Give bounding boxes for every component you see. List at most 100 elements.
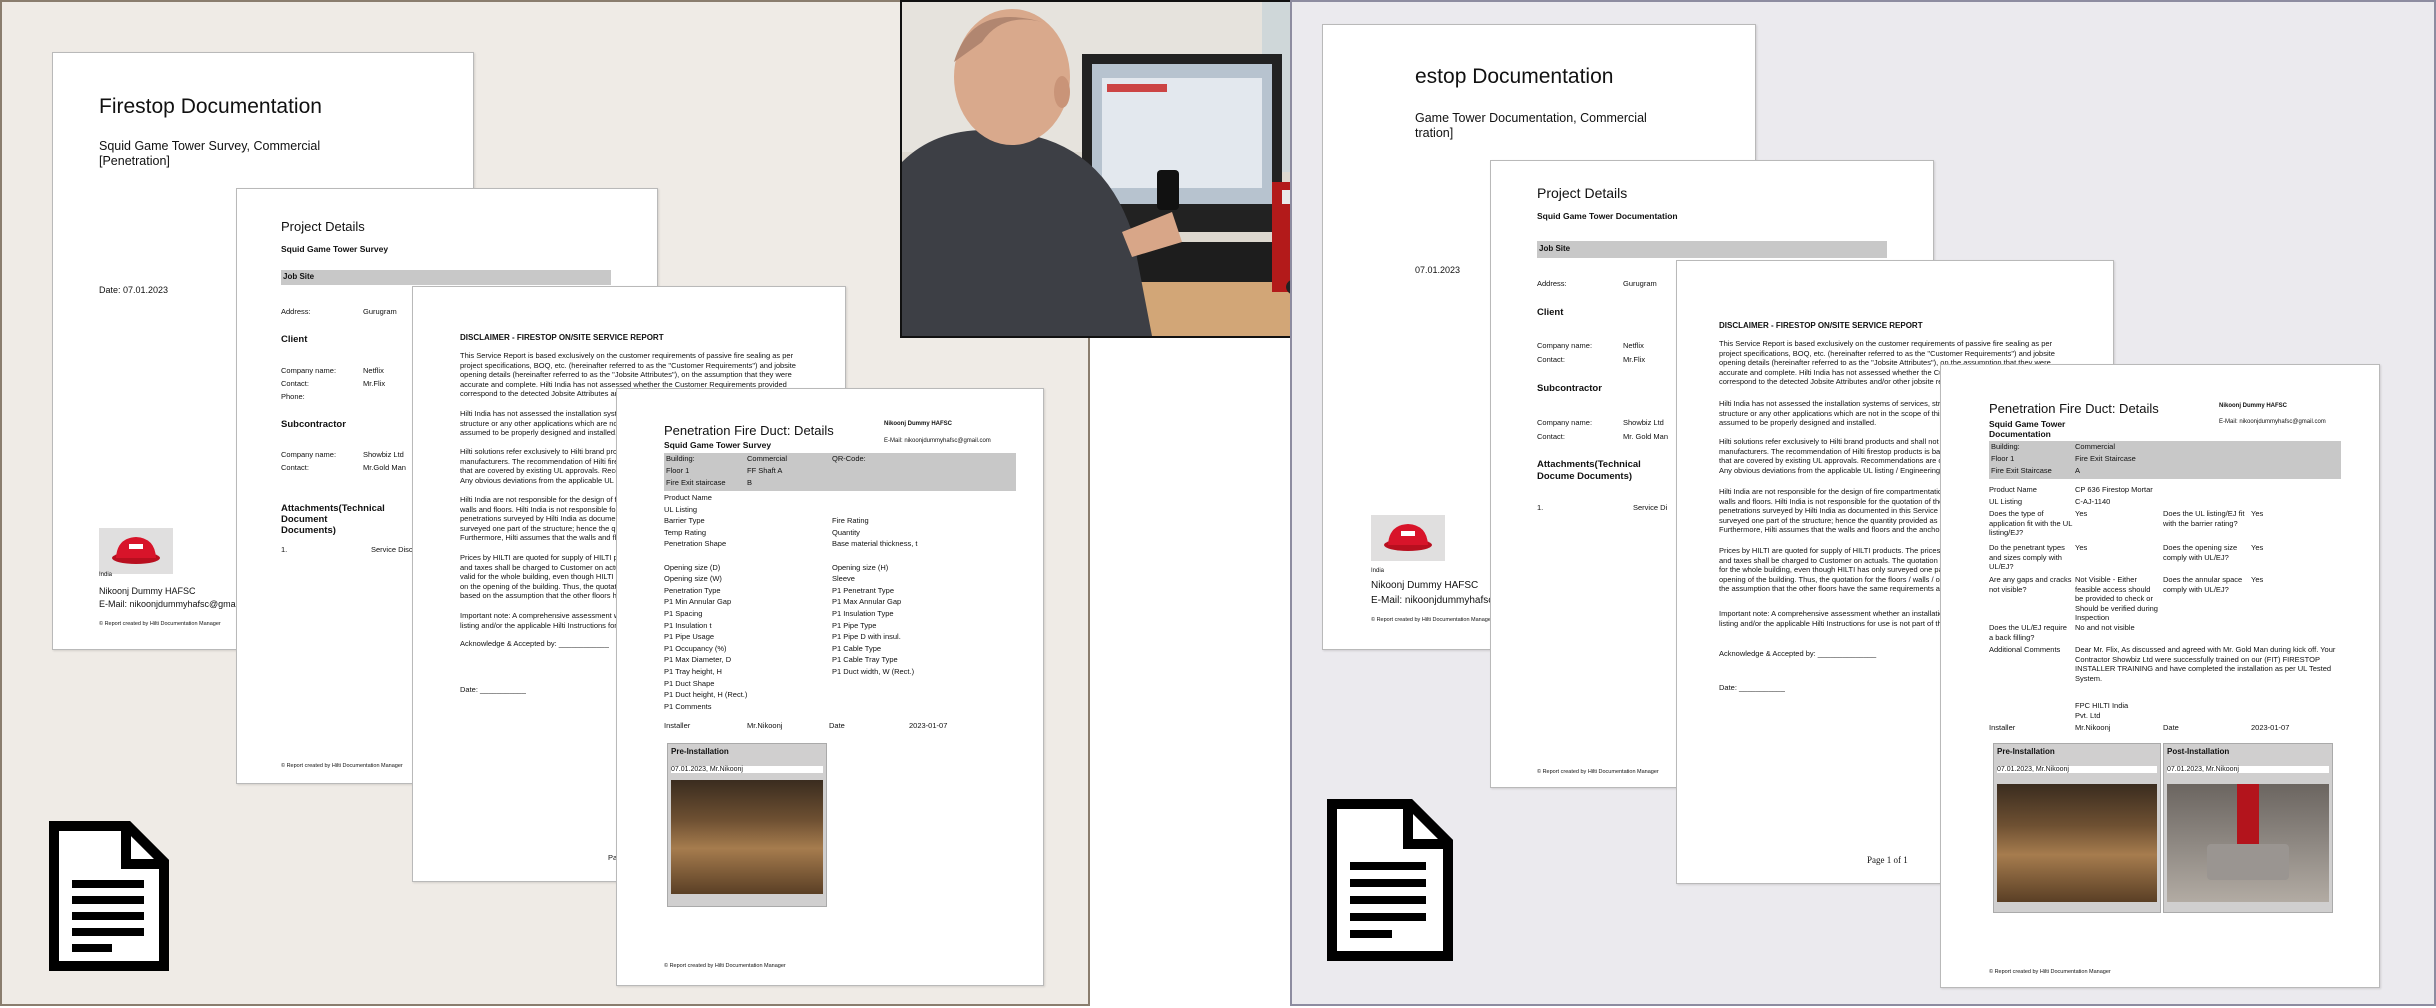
project-name: Squid Game Tower Survey bbox=[281, 244, 389, 254]
band-building-value: Commercial bbox=[747, 454, 788, 463]
product-name-value: CP 636 Firestop Mortar bbox=[2075, 485, 2153, 494]
cover-title-right: estop Documentation bbox=[1415, 65, 1614, 88]
field-label: Barrier Type bbox=[664, 516, 705, 526]
field-label: Sleeve bbox=[832, 574, 855, 584]
answer-1: Yes bbox=[2075, 509, 2088, 518]
signature-block: FPC HILTI India Pvt. Ltd bbox=[2075, 701, 2129, 720]
phone-label: Phone: bbox=[281, 392, 305, 401]
job-site-label-right: Job Site bbox=[1539, 244, 1571, 253]
cover-subtitle: Squid Game Tower Survey, Commercial [Pen… bbox=[99, 139, 321, 168]
field-label: P1 Cable Tray Type bbox=[832, 655, 898, 665]
subcontractor-heading: Subcontractor bbox=[281, 419, 346, 430]
field-label: Penetration Shape bbox=[664, 539, 727, 549]
right-document-panel: estop Documentation Game Tower Documenta… bbox=[1290, 0, 2436, 1006]
band-building-label-right: Building: bbox=[1991, 442, 2020, 451]
sub-contact-label: Contact: bbox=[281, 463, 309, 472]
pre-installation-box-right: Pre-Installation 07.01.2023, Mr.Nikoonj bbox=[1993, 743, 2161, 913]
cover-contact-name-right: Nikoonj Dummy HAFSC bbox=[1371, 580, 1479, 591]
hilti-helmet-logo bbox=[99, 528, 173, 574]
address-label: Address: bbox=[281, 307, 311, 316]
penetration-footer: © Report created by Hilti Documentation … bbox=[664, 963, 786, 969]
field-label: Opening size (D) bbox=[664, 562, 721, 572]
date-label: Date bbox=[829, 721, 845, 730]
project-footer: © Report created by Hilti Documentation … bbox=[281, 763, 403, 769]
penetration-details-page-right: Penetration Fire Duct: Details Nikoonj D… bbox=[1940, 364, 2380, 988]
field-label: Temp Rating bbox=[664, 527, 707, 537]
question-6: Does the annular space comply with UL/EJ… bbox=[2163, 575, 2243, 594]
installer-value: Mr.Nikoonj bbox=[747, 721, 783, 730]
pre-installation-box: Pre-Installation 07.01.2023, Mr.Nikoonj bbox=[667, 743, 827, 907]
penetration-info-band: Building: Commercial QR-Code: Floor 1 FF… bbox=[664, 453, 1016, 491]
contact-value: Mr.Flix bbox=[363, 379, 386, 388]
contact-value-right: Mr.Flix bbox=[1623, 355, 1646, 364]
field-label: P1 Duct height, H (Rect.) bbox=[664, 690, 748, 700]
project-title-right: Project Details bbox=[1537, 185, 1628, 201]
band-exit-value: B bbox=[747, 478, 753, 487]
cover-contact-email: E-Mail: nikoonjdummyhafsc@gmail bbox=[99, 599, 240, 609]
date-value-right: 2023-01-07 bbox=[2251, 723, 2290, 732]
address-label-right: Address: bbox=[1537, 279, 1567, 288]
hilti-helmet-logo-right bbox=[1371, 515, 1445, 561]
penetration-details-page: Penetration Fire Duct: Details Nikoonj D… bbox=[616, 388, 1044, 986]
project-title: Project Details bbox=[281, 219, 365, 234]
cover-country: India bbox=[99, 572, 113, 578]
field-label: P1 Occupancy (%) bbox=[664, 643, 727, 653]
answer-4: Yes bbox=[2251, 543, 2264, 552]
acknowledge-line-right: Acknowledge & Accepted by: _____________… bbox=[1719, 649, 1877, 658]
company-value-right: Netflix bbox=[1623, 341, 1644, 350]
pre-installation-caption-right: 07.01.2023, Mr.Nikoonj bbox=[1997, 766, 2157, 773]
field-label: Opening size (H) bbox=[832, 562, 889, 572]
pre-installation-photo-right bbox=[1997, 784, 2157, 902]
question-7: Does the UL/EJ require a back filling? bbox=[1989, 623, 2067, 642]
field-label: P1 Duct width, W (Rect.) bbox=[832, 667, 915, 676]
field-label: P1 Pipe Usage bbox=[664, 632, 715, 642]
field-label: P1 Spacing bbox=[664, 609, 703, 618]
project-name-right: Squid Game Tower Documentation bbox=[1537, 211, 1678, 221]
field-label: P1 Insulation t bbox=[664, 620, 712, 630]
cover-contact-email-right: E-Mail: nikoonjdummyhafsc@g bbox=[1371, 595, 1509, 606]
post-installation-box-right: Post-Installation 07.01.2023, Mr.Nikoonj bbox=[2163, 743, 2333, 913]
post-installation-title-right: Post-Installation bbox=[2167, 747, 2230, 756]
penetration-field-list: Product Name UL Listing Barrier Type Fire R… bbox=[664, 493, 1014, 733]
company-value: Netflix bbox=[363, 366, 384, 375]
installer-label-right: Installer bbox=[1989, 723, 2016, 732]
field-label: Quantity bbox=[832, 527, 860, 537]
document-icon-right bbox=[1326, 798, 1454, 967]
field-label: P1 Pipe Type bbox=[832, 620, 877, 630]
comments-label: Additional Comments bbox=[1989, 645, 2061, 654]
penetration-title-right: Penetration Fire Duct: Details bbox=[1989, 401, 2159, 416]
band-floor-label-right: Floor 1 bbox=[1991, 454, 2015, 463]
field-label: P1 Max Diameter, D bbox=[664, 655, 732, 665]
field-label: Product Name bbox=[664, 493, 712, 502]
post-installation-caption-right: 07.01.2023, Mr.Nikoonj bbox=[2167, 766, 2329, 773]
disclaimer-title: DISCLAIMER - FIRESTOP ON/SITE SERVICE RE… bbox=[460, 333, 664, 342]
project-footer-right: © Report created by Hilti Documentation … bbox=[1537, 769, 1659, 775]
field-label: P1 Tray height, H bbox=[664, 667, 722, 676]
field-label: Opening size (W) bbox=[664, 574, 722, 584]
field-label: P1 Pipe D with insul. bbox=[832, 632, 901, 642]
band-exit-value-right: A bbox=[2075, 466, 2081, 475]
band-qr-label: QR-Code: bbox=[832, 454, 866, 463]
cover-footer: © Report created by Hilti Documentation … bbox=[99, 621, 221, 627]
attachment-value-right: Service Di bbox=[1633, 503, 1668, 512]
installer-label: Installer bbox=[664, 721, 691, 730]
sub-company-value-right: Showbiz Ltd bbox=[1623, 418, 1664, 427]
penetration-title: Penetration Fire Duct: Details bbox=[664, 423, 834, 438]
job-site-band-right: Job Site bbox=[1537, 241, 1887, 258]
cover-contact-name: Nikoonj Dummy HAFSC bbox=[99, 586, 196, 596]
cover-subtitle-right: Game Tower Documentation, Commercial tra… bbox=[1415, 111, 1647, 140]
attachments-heading-right: Attachments(Technical Docume Documents) bbox=[1537, 459, 1641, 482]
date-value: 2023-01-07 bbox=[909, 721, 948, 730]
attachment-index-right: 1. bbox=[1537, 503, 1544, 512]
pre-installation-title-right: Pre-Installation bbox=[1997, 747, 2055, 756]
answer-7: No and not visible bbox=[2075, 623, 2135, 632]
cover-country-right: India bbox=[1371, 568, 1385, 574]
acknowledge-line: Acknowledge & Accepted by: ____________ bbox=[460, 639, 609, 648]
cover-date-right: 07.01.2023 bbox=[1415, 265, 1461, 275]
sub-contact-value: Mr.Gold Man bbox=[363, 463, 406, 472]
disclaimer-date-right: Date: ___________ bbox=[1719, 683, 1785, 692]
band-building-value-right: Commercial bbox=[2075, 442, 2116, 451]
address-value: Gurugram bbox=[363, 307, 397, 316]
question-1: Does the type of application fit with th… bbox=[1989, 509, 2073, 537]
attachment-value: Service Disc bbox=[371, 545, 413, 554]
